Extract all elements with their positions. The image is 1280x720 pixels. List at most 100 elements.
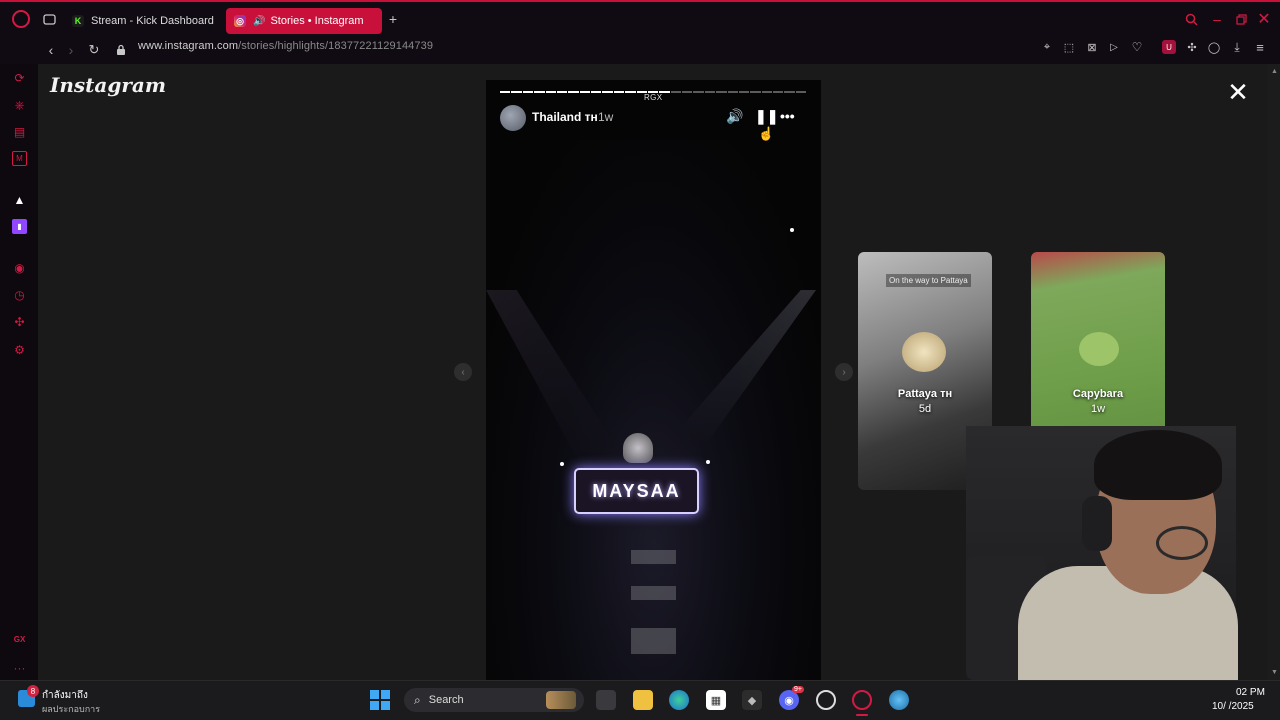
- progress-segment: [511, 91, 522, 93]
- next-story-icon[interactable]: ›: [835, 363, 853, 381]
- download-icon[interactable]: ⤓: [1230, 40, 1244, 54]
- speed-dial-icon[interactable]: ⟳: [12, 70, 27, 85]
- reload-icon[interactable]: ↻: [86, 42, 102, 58]
- story-overlay-label: RGX: [644, 93, 663, 102]
- back-icon[interactable]: ‹: [44, 42, 58, 58]
- ublock-icon[interactable]: U: [1162, 40, 1176, 54]
- progress-segment: [591, 91, 602, 93]
- gmail-icon[interactable]: M: [12, 151, 27, 166]
- windows-start-icon[interactable]: [370, 690, 390, 710]
- tab-instagram-stories[interactable]: ◎ 🔊 Stories • Instagram: [226, 8, 382, 34]
- widget-line-2[interactable]: ผลประกอบการ: [42, 702, 100, 716]
- url-field[interactable]: www.instagram.com/stories/highlights/183…: [138, 40, 433, 52]
- opera-gx-taskbar-icon[interactable]: [852, 690, 872, 710]
- streamer-hair: [1094, 430, 1222, 500]
- floor-reflection: [631, 628, 676, 654]
- highlight-tag: On the way to Pattaya: [886, 274, 971, 287]
- forward-icon[interactable]: ›: [64, 42, 78, 58]
- volume-icon[interactable]: 🔊: [726, 108, 743, 125]
- tab-label: Stream - Kick Dashboard: [91, 15, 214, 27]
- store-icon[interactable]: ▦: [706, 690, 726, 710]
- progress-segment: [534, 91, 545, 93]
- progress-segment: [579, 91, 590, 93]
- bookmarks-icon[interactable]: ⎈: [12, 98, 27, 113]
- discord-icon[interactable]: ◉: [779, 690, 799, 710]
- dj-figure: [623, 433, 653, 463]
- pause-icon[interactable]: ❚❚: [755, 108, 778, 125]
- history-icon[interactable]: ◷: [12, 287, 27, 302]
- story-viewer[interactable]: MAYSAA RGX Thailand ᴛʜ 1w 🔊 ❚❚ ••• ☝: [486, 80, 821, 680]
- story-username[interactable]: Thailand ᴛʜ: [532, 110, 598, 124]
- news-icon[interactable]: ▤: [12, 124, 27, 139]
- restore-window-icon[interactable]: [1234, 12, 1248, 26]
- progress-segment: [613, 91, 625, 93]
- task-view-icon[interactable]: [596, 690, 616, 710]
- settings-icon[interactable]: ⚙: [12, 342, 27, 357]
- search-highlight-image: [546, 691, 576, 709]
- progress-segment: [727, 91, 738, 93]
- previous-story-icon[interactable]: ‹: [454, 363, 472, 381]
- new-tab-plus-icon[interactable]: +: [386, 11, 400, 27]
- progress-segment: [670, 91, 681, 93]
- file-explorer-icon[interactable]: [633, 690, 653, 710]
- minimize-window-icon[interactable]: –: [1210, 11, 1224, 27]
- notification-badge: 8: [27, 685, 39, 697]
- dj-booth-sign: MAYSAA: [574, 468, 699, 514]
- widget-line-1[interactable]: กำลังมาถึง: [42, 688, 88, 703]
- sidebar-more-icon[interactable]: ···: [12, 660, 27, 675]
- floor-reflection: [631, 550, 676, 564]
- page-scrollbar[interactable]: ▲ ▼: [1268, 64, 1280, 680]
- progress-segment: [625, 91, 636, 93]
- highlight-age: 5d: [918, 403, 932, 415]
- lock-icon[interactable]: [114, 42, 128, 58]
- story-avatar[interactable]: [500, 105, 526, 131]
- extensions-icon[interactable]: ✣: [1185, 40, 1199, 54]
- search-label: Search: [428, 694, 464, 706]
- search-tabs-icon[interactable]: [1184, 12, 1198, 26]
- edge-icon[interactable]: [669, 690, 689, 710]
- taskbar-search[interactable]: ⌕ Search: [404, 688, 584, 712]
- snapshot-icon[interactable]: ⬚: [1062, 40, 1076, 54]
- gx-label[interactable]: GX: [12, 632, 27, 647]
- pin-icon[interactable]: ⌖: [1040, 40, 1054, 54]
- profile-icon[interactable]: ◯: [1207, 40, 1221, 54]
- browser-tab-bar: K Stream - Kick Dashboard ◎ 🔊 Stories • …: [0, 0, 1280, 36]
- close-story-icon[interactable]: ✕: [1226, 79, 1250, 105]
- progress-segment: [556, 91, 568, 93]
- close-window-icon[interactable]: ✕: [1257, 11, 1271, 28]
- progress-segment: [738, 91, 750, 93]
- aria-icon[interactable]: ▲: [12, 192, 27, 207]
- highlight-title: Capybara: [1072, 388, 1124, 400]
- tab-kick-dashboard[interactable]: K Stream - Kick Dashboard: [64, 8, 222, 34]
- progress-segment: [773, 91, 784, 93]
- clock-date[interactable]: 10/ /2025: [1212, 701, 1254, 712]
- progress-segment: [761, 91, 772, 93]
- extensions-sidebar-icon[interactable]: ✣: [12, 314, 27, 329]
- opera-gx-logo-icon[interactable]: [12, 10, 30, 28]
- more-options-icon[interactable]: •••: [780, 108, 795, 124]
- app-icon[interactable]: ◆: [742, 690, 762, 710]
- search-icon: ⌕: [414, 692, 421, 707]
- tab-workspaces-icon[interactable]: [42, 12, 56, 26]
- adblock-icon[interactable]: ⊠: [1085, 40, 1099, 54]
- instagram-logo[interactable]: Instagram: [50, 73, 166, 97]
- gx-browser-alt-icon[interactable]: [816, 690, 836, 710]
- tab-label: Stories • Instagram: [270, 15, 364, 27]
- globe-icon[interactable]: [889, 690, 909, 710]
- bookmark-heart-icon[interactable]: ♡: [1130, 40, 1144, 54]
- progress-segment: [500, 91, 511, 93]
- story-media: MAYSAA: [486, 140, 821, 680]
- twitch-icon[interactable]: ▮: [12, 219, 27, 234]
- tab-audio-icon[interactable]: 🔊: [253, 16, 265, 27]
- player-icon[interactable]: ◉: [12, 260, 27, 275]
- stage-light-beam: [626, 290, 816, 490]
- progress-segment: [602, 91, 613, 93]
- kick-icon: K: [72, 15, 84, 27]
- highlight-title: Pattaya ᴛʜ: [897, 388, 953, 400]
- progress-segment: [522, 91, 534, 93]
- clock-time[interactable]: 02 PM: [1236, 687, 1265, 698]
- stage-light: [790, 228, 794, 232]
- menu-icon[interactable]: ≡: [1253, 40, 1267, 55]
- player-flow-icon[interactable]: ▷: [1107, 40, 1121, 54]
- mouse-cursor-icon: ☝: [758, 126, 775, 141]
